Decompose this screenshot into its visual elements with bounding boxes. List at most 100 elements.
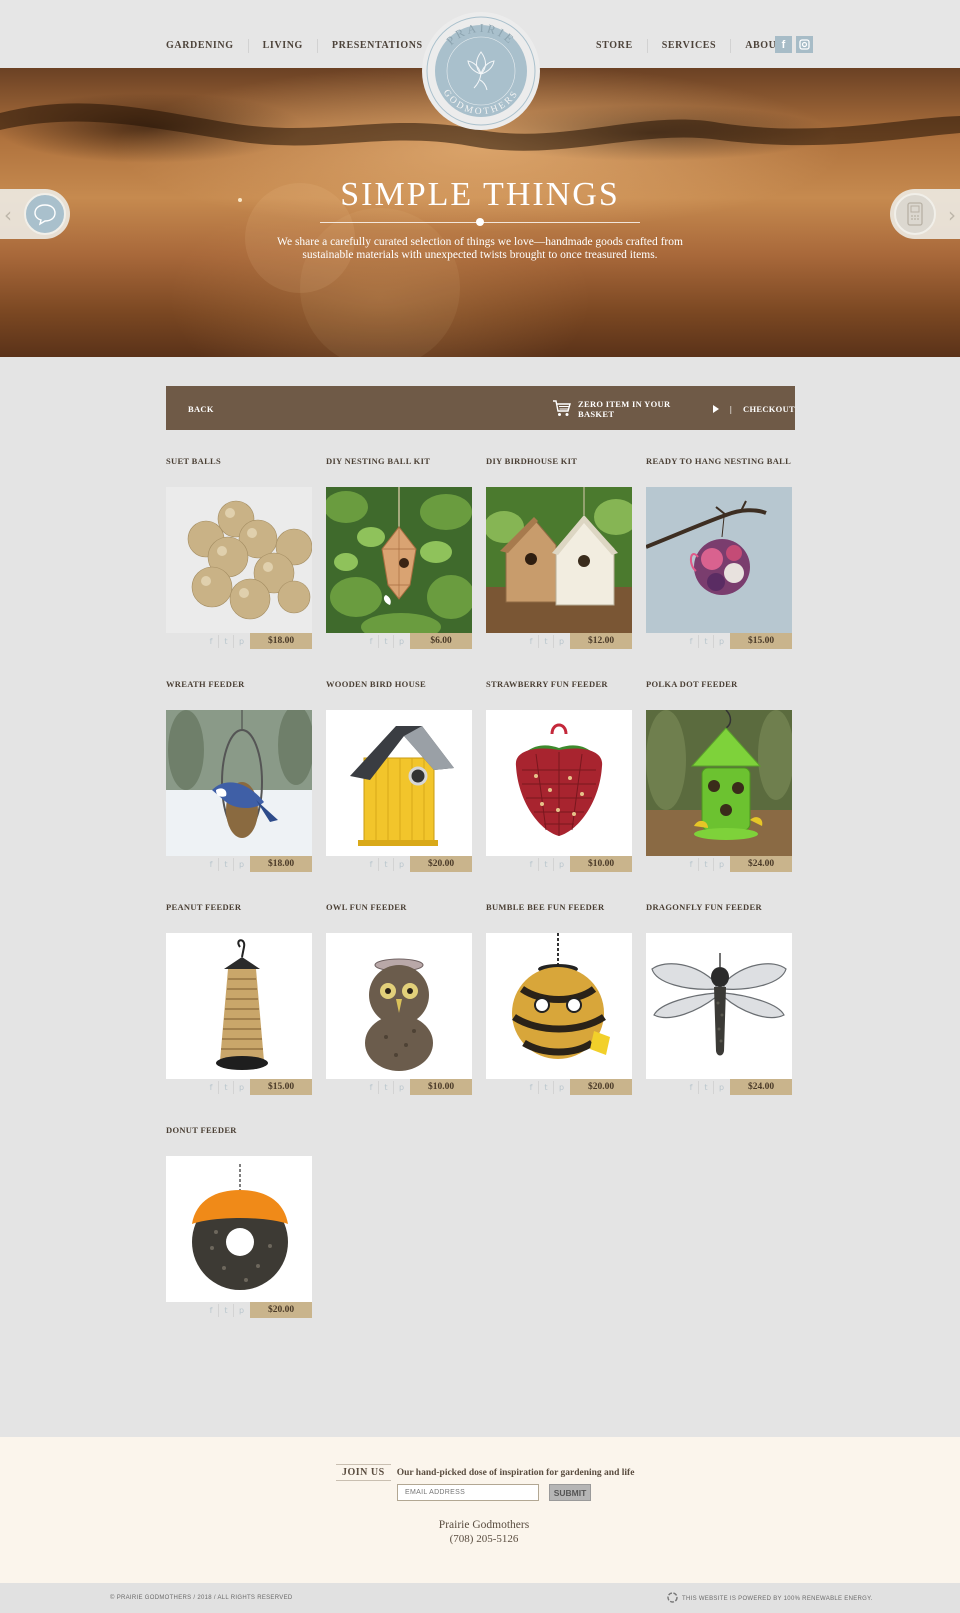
facebook-icon[interactable]: f [684,858,699,871]
pinterest-icon[interactable]: p [234,1304,249,1317]
product-price: $20.00 [250,1302,312,1318]
pinterest-icon[interactable]: p [554,858,569,871]
facebook-icon[interactable]: f [204,1304,219,1317]
social-links: f [775,36,813,53]
product-card: READY TO HANG NESTING BALL f t p $15.00 [646,456,792,649]
basket-expand-icon[interactable] [712,405,719,413]
facebook-icon[interactable]: f [684,635,699,648]
back-link[interactable]: BACK [188,404,214,414]
twitter-icon[interactable]: t [379,1081,394,1094]
facebook-icon[interactable]: f [524,858,539,871]
facebook-icon[interactable]: f [775,36,792,53]
product-image-birdhouse-kit[interactable] [486,487,632,633]
product-card: WOODEN BIRD HOUSE f t p $20.00 [326,679,472,872]
share-icons: f t p [364,858,409,871]
product-title[interactable]: WOODEN BIRD HOUSE [326,679,472,691]
product-title[interactable]: OWL FUN FEEDER [326,902,472,914]
pinterest-icon[interactable]: p [394,1081,409,1094]
twitter-icon[interactable]: t [539,858,554,871]
shopping-cart-icon[interactable] [552,399,572,419]
product-image-nesting-ball-kit[interactable] [326,487,472,633]
product-title[interactable]: STRAWBERRY FUN FEEDER [486,679,632,691]
product-price: $20.00 [410,856,472,872]
pinterest-icon[interactable]: p [394,858,409,871]
pinterest-icon[interactable]: p [554,1081,569,1094]
product-title[interactable]: DIY NESTING BALL KIT [326,456,472,468]
twitter-icon[interactable]: t [699,858,714,871]
newsletter-footer: JOIN US Our hand-picked dose of inspirat… [0,1437,960,1583]
twitter-icon[interactable]: t [699,635,714,648]
twitter-icon[interactable]: t [219,1304,234,1317]
product-image-wreath-feeder[interactable] [166,710,312,856]
product-title[interactable]: WREATH FEEDER [166,679,312,691]
email-input[interactable] [397,1484,539,1501]
product-title[interactable]: POLKA DOT FEEDER [646,679,792,691]
product-footer: f t p $24.00 [646,856,792,872]
instagram-icon[interactable] [796,36,813,53]
logo[interactable]: PRAIRIE GODMOTHERS [422,12,540,130]
twitter-icon[interactable]: t [539,1081,554,1094]
facebook-icon[interactable]: f [684,1081,699,1094]
product-image-peanut-feeder[interactable] [166,933,312,1079]
facebook-icon[interactable]: f [364,1081,379,1094]
product-image-dragonfly-feeder[interactable] [646,933,792,1079]
nav-store[interactable]: STORE [590,39,648,53]
checkout-link[interactable]: CHECKOUT [743,404,795,414]
product-footer: f t p $20.00 [166,1302,312,1318]
pinterest-icon[interactable]: p [714,858,729,871]
product-title[interactable]: DONUT FEEDER [166,1125,312,1137]
product-image-bumble-bee-feeder[interactable] [486,933,632,1079]
pinterest-icon[interactable]: p [714,1081,729,1094]
basket-count-text[interactable]: ZERO ITEM IN YOUR BASKET [578,399,701,419]
product-footer: f t p $6.00 [326,633,472,649]
product-image-owl-feeder[interactable] [326,933,472,1079]
twitter-icon[interactable]: t [379,635,394,648]
join-us-tagline: Our hand-picked dose of inspiration for … [396,1467,635,1478]
twitter-icon[interactable]: t [219,858,234,871]
twitter-icon[interactable]: t [219,635,234,648]
phone-number[interactable]: (708) 205-5126 [0,1533,960,1545]
nav-left: GARDENING LIVING PRESENTATIONS [160,39,437,53]
facebook-icon[interactable]: f [364,635,379,648]
product-image-suet-balls[interactable] [166,487,312,633]
twitter-icon[interactable]: t [539,635,554,648]
hero-divider-dot [476,218,484,226]
facebook-icon[interactable]: f [524,1081,539,1094]
product-price: $24.00 [730,856,792,872]
product-title[interactable]: READY TO HANG NESTING BALL [646,456,792,468]
twitter-icon[interactable]: t [219,1081,234,1094]
product-title[interactable]: BUMBLE BEE FUN FEEDER [486,902,632,914]
nav-gardening[interactable]: GARDENING [160,39,249,53]
nav-services[interactable]: SERVICES [648,39,732,53]
pinterest-icon[interactable]: p [234,858,249,871]
facebook-icon[interactable]: f [364,858,379,871]
product-image-donut-feeder[interactable] [166,1156,312,1302]
share-icons: f t p [684,858,729,871]
product-image-polka-dot-feeder[interactable] [646,710,792,856]
facebook-icon[interactable]: f [204,858,219,871]
product-image-strawberry-feeder[interactable] [486,710,632,856]
pinterest-icon[interactable]: p [394,635,409,648]
pinterest-icon[interactable]: p [554,635,569,648]
submit-button[interactable]: SUBMIT [549,1484,591,1501]
facebook-icon[interactable]: f [524,635,539,648]
product-image-wooden-bird-house[interactable] [326,710,472,856]
product-image-nesting-ball[interactable] [646,487,792,633]
product-card: DIY BIRDHOUSE KIT f t p $12.00 [486,456,632,649]
nav-presentations[interactable]: PRESENTATIONS [318,39,437,53]
pinterest-icon[interactable]: p [234,1081,249,1094]
product-price: $10.00 [410,1079,472,1095]
twitter-icon[interactable]: t [699,1081,714,1094]
facebook-icon[interactable]: f [204,635,219,648]
facebook-icon[interactable]: f [204,1081,219,1094]
product-title[interactable]: PEANUT FEEDER [166,902,312,914]
product-title[interactable]: DRAGONFLY FUN FEEDER [646,902,792,914]
product-footer: f t p $24.00 [646,1079,792,1095]
pinterest-icon[interactable]: p [714,635,729,648]
twitter-icon[interactable]: t [379,858,394,871]
product-title[interactable]: SUET BALLS [166,456,312,468]
pinterest-icon[interactable]: p [234,635,249,648]
product-title[interactable]: DIY BIRDHOUSE KIT [486,456,632,468]
share-icons: f t p [524,1081,569,1094]
nav-living[interactable]: LIVING [249,39,318,53]
